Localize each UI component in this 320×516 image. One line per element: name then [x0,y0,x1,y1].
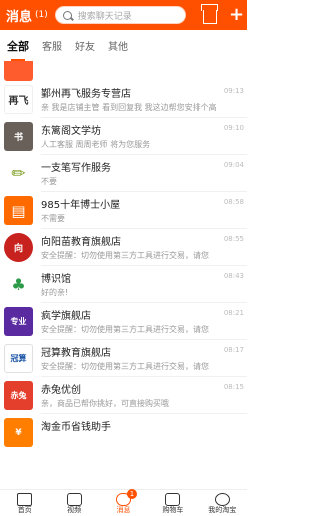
video-icon [66,492,82,506]
conversation-name: 985十年博士小屋 [41,200,121,211]
list-item[interactable]: ¥ 淘金币省钱助手 [0,414,247,451]
conversation-name: 冠算教育旗舰店 [41,348,111,359]
list-item[interactable]: ✏ 一支笔写作服务 09:04 不要 [0,155,247,192]
message-preview: 人工客服 周周老师 将为您服务 [41,140,151,149]
nav-label: 购物车 [162,505,184,514]
store-avatar: ¥ [4,418,33,447]
store-avatar: 赤兔 [4,381,33,410]
list-item[interactable]: 书 东篱阁文学坊 09:10 人工客服 周周老师 将为您服务 [0,118,247,155]
message-preview: 安全提醒：切勿使用第三方工具进行交易，请您 [41,362,209,371]
tab-other[interactable]: 其他 [108,38,128,53]
search-input[interactable]: 搜索聊天记录 [54,6,186,24]
conversation-name: 疯学旗舰店 [41,311,91,322]
tab-service[interactable]: 客服 [42,38,62,53]
store-avatar: 再飞 [4,85,33,114]
add-icon[interactable]: + [229,6,244,24]
message-time: 08:55 [223,235,244,243]
store-avatar: 书 [4,122,33,151]
list-item[interactable]: 冠算 冠算教育旗舰店 08:17 安全提醒：切勿使用第三方工具进行交易，请您 [0,340,247,377]
conversation-name: 向阳苗教育旗舰店 [41,237,121,248]
message-preview: 亲 我是店铺主管 看到回复我 我这边帮您安排个高 [41,103,217,112]
message-badge: 1 [126,488,137,499]
store-avatar [4,61,33,81]
nav-label: 首页 [17,505,32,514]
pencil-avatar: ✏ [4,159,33,188]
list-item[interactable]: 赤兔 赤兔优创 08:15 亲，商品已帮你挑好，可直接购买哦 [0,377,247,414]
message-time: 09:10 [223,124,244,132]
home-icon [17,492,33,506]
nav-label: 我的淘宝 [208,505,237,514]
list-item[interactable]: 专业 疯学旗舰店 08:21 安全提醒：切勿使用第三方工具进行交易，请您 [0,303,247,340]
message-time: 08:15 [223,383,244,391]
cart-icon [165,492,181,506]
list-item[interactable]: ▤ 985十年博士小屋 08:58 不需要 [0,192,247,229]
store-avatar: ♣ [4,270,33,299]
profile-icon [214,492,230,506]
page-title: 消息 [6,9,33,25]
tab-all[interactable]: 全部 [7,38,29,61]
message-time: 08:21 [223,309,244,317]
conversation-name: 鄞州再飞服务专营店 [41,89,131,100]
nav-video[interactable]: 视频 [53,491,96,516]
home-icon[interactable] [201,4,218,24]
conversation-name: 博识馆 [41,274,71,285]
conversation-name: 赤兔优创 [41,385,81,396]
message-preview: 安全提醒：切勿使用第三方工具进行交易，请您 [41,251,209,260]
nav-cart[interactable]: 购物车 [151,491,194,516]
message-tabs: 全部 客服 好友 其他 [0,30,247,61]
store-avatar: ▤ [4,196,33,225]
conversation-name: 淘金币省钱助手 [41,422,111,433]
store-avatar: 冠算 [4,344,33,373]
message-time: 09:13 [223,87,244,95]
tab-friends[interactable]: 好友 [75,38,95,53]
message-preview: 好的亲! [41,288,69,297]
conversation-name: 东篱阁文学坊 [41,126,101,137]
search-placeholder: 搜索聊天记录 [77,11,132,22]
nav-home[interactable]: 首页 [3,491,46,516]
message-preview: 不要 [41,177,57,186]
list-item[interactable] [0,61,247,81]
message-time: 09:04 [223,161,244,169]
message-time: 08:58 [223,198,244,206]
store-avatar: 向 [4,233,33,262]
message-time: 08:43 [223,272,244,280]
unread-count: (1) [35,10,48,20]
message-preview: 亲，商品已帮你挑好，可直接购买哦 [41,399,169,408]
list-item[interactable]: 再飞 鄞州再飞服务专营店 09:13 亲 我是店铺主管 看到回复我 我这边帮您安… [0,81,247,118]
bottom-navigation: 首页 视频 1 消息 购物车 我的淘宝 [0,488,247,516]
nav-messages[interactable]: 1 消息 [102,488,145,516]
list-item[interactable]: 向 向阳苗教育旗舰店 08:55 安全提醒：切勿使用第三方工具进行交易，请您 [0,229,247,266]
nav-profile[interactable]: 我的淘宝 [201,491,244,516]
top-header: 消息 (1) 搜索聊天记录 + [0,0,247,30]
conversation-name: 一支笔写作服务 [41,163,111,174]
message-preview: 不需要 [41,214,65,223]
message-preview: 安全提醒：切勿使用第三方工具进行交易，请您 [41,325,209,334]
nav-label: 消息 [116,505,131,514]
search-icon [62,10,72,20]
nav-label: 视频 [67,505,82,514]
list-item[interactable]: ♣ 博识馆 08:43 好的亲! [0,266,247,303]
message-time: 08:17 [223,346,244,354]
store-avatar: 专业 [4,307,33,336]
message-list: 再飞 鄞州再飞服务专营店 09:13 亲 我是店铺主管 看到回复我 我这边帮您安… [0,61,247,489]
